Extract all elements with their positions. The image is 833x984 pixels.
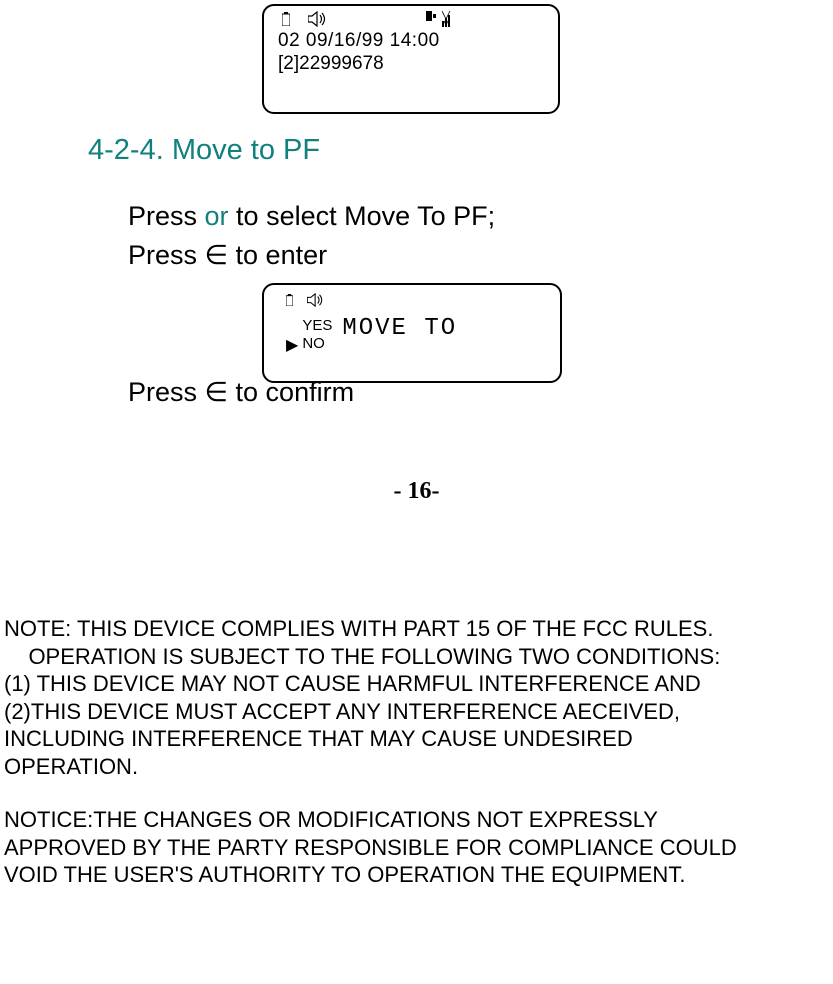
battery-icon [286,291,293,309]
yes-option: YES [302,317,332,335]
move-to-label: MOVE TO [342,315,457,342]
note-line-1: NOTE: THIS DEVICE COMPLIES WITH PART 15 … [4,615,829,643]
notice-line-2: APPROVED BY THE PARTY RESPONSIBLE FOR CO… [4,834,829,862]
instruction-line-1: Press or to select Move To PF; [128,197,833,236]
press-text: Press [128,201,205,231]
screen-1-line-1: 02 09/16/99 14:00 [278,30,544,53]
note-line-4: (2)THIS DEVICE MUST ACCEPT ANY INTERFERE… [4,698,829,726]
device-screen-2: ▶ YES NO MOVE TO [262,283,562,383]
yes-no-options: YES NO [302,317,332,353]
screen-2-content: ▶ YES NO MOVE TO [264,315,560,355]
status-bar-1 [264,6,558,30]
note-line-6: OPERATION. [4,753,829,781]
section-title: 4-2-4. Move to PF [88,134,833,167]
or-text: or [205,201,229,231]
instruction-line-2: Press ∈ to enter [128,236,833,275]
note-line-2: OPERATION IS SUBJECT TO THE FOLLOWING TW… [4,643,829,671]
screen-1-line-2: [2]22999678 [278,53,544,76]
select-text: to select Move To PF; [229,201,496,231]
notice-line-3: VOID THE USER'S AUTHORITY TO OPERATION T… [4,861,829,889]
arrow-icon: ▶ [286,335,298,355]
status-bar-2 [264,285,560,311]
note-line-5: INCLUDING INTERFERENCE THAT MAY CAUSE UN… [4,725,829,753]
speaker-icon [307,291,325,309]
page-number: - 16- [0,478,833,505]
signal-icon [426,11,452,27]
notice-line-1: NOTICE:THE CHANGES OR MODIFICATIONS NOT … [4,806,829,834]
screen-1-text: 02 09/16/99 14:00 [2]22999678 [264,30,558,76]
note-line-3: (1) THIS DEVICE MAY NOT CAUSE HARMFUL IN… [4,670,829,698]
battery-icon [282,10,290,28]
no-option: NO [302,335,332,353]
notice-block: NOTICE:THE CHANGES OR MODIFICATIONS NOT … [0,806,833,889]
instructions-block: Press or to select Move To PF; Press ∈ t… [128,197,833,275]
device-screen-1: 02 09/16/99 14:00 [2]22999678 [262,4,560,114]
speaker-icon [308,10,328,28]
note-block: NOTE: THIS DEVICE COMPLIES WITH PART 15 … [0,615,833,780]
